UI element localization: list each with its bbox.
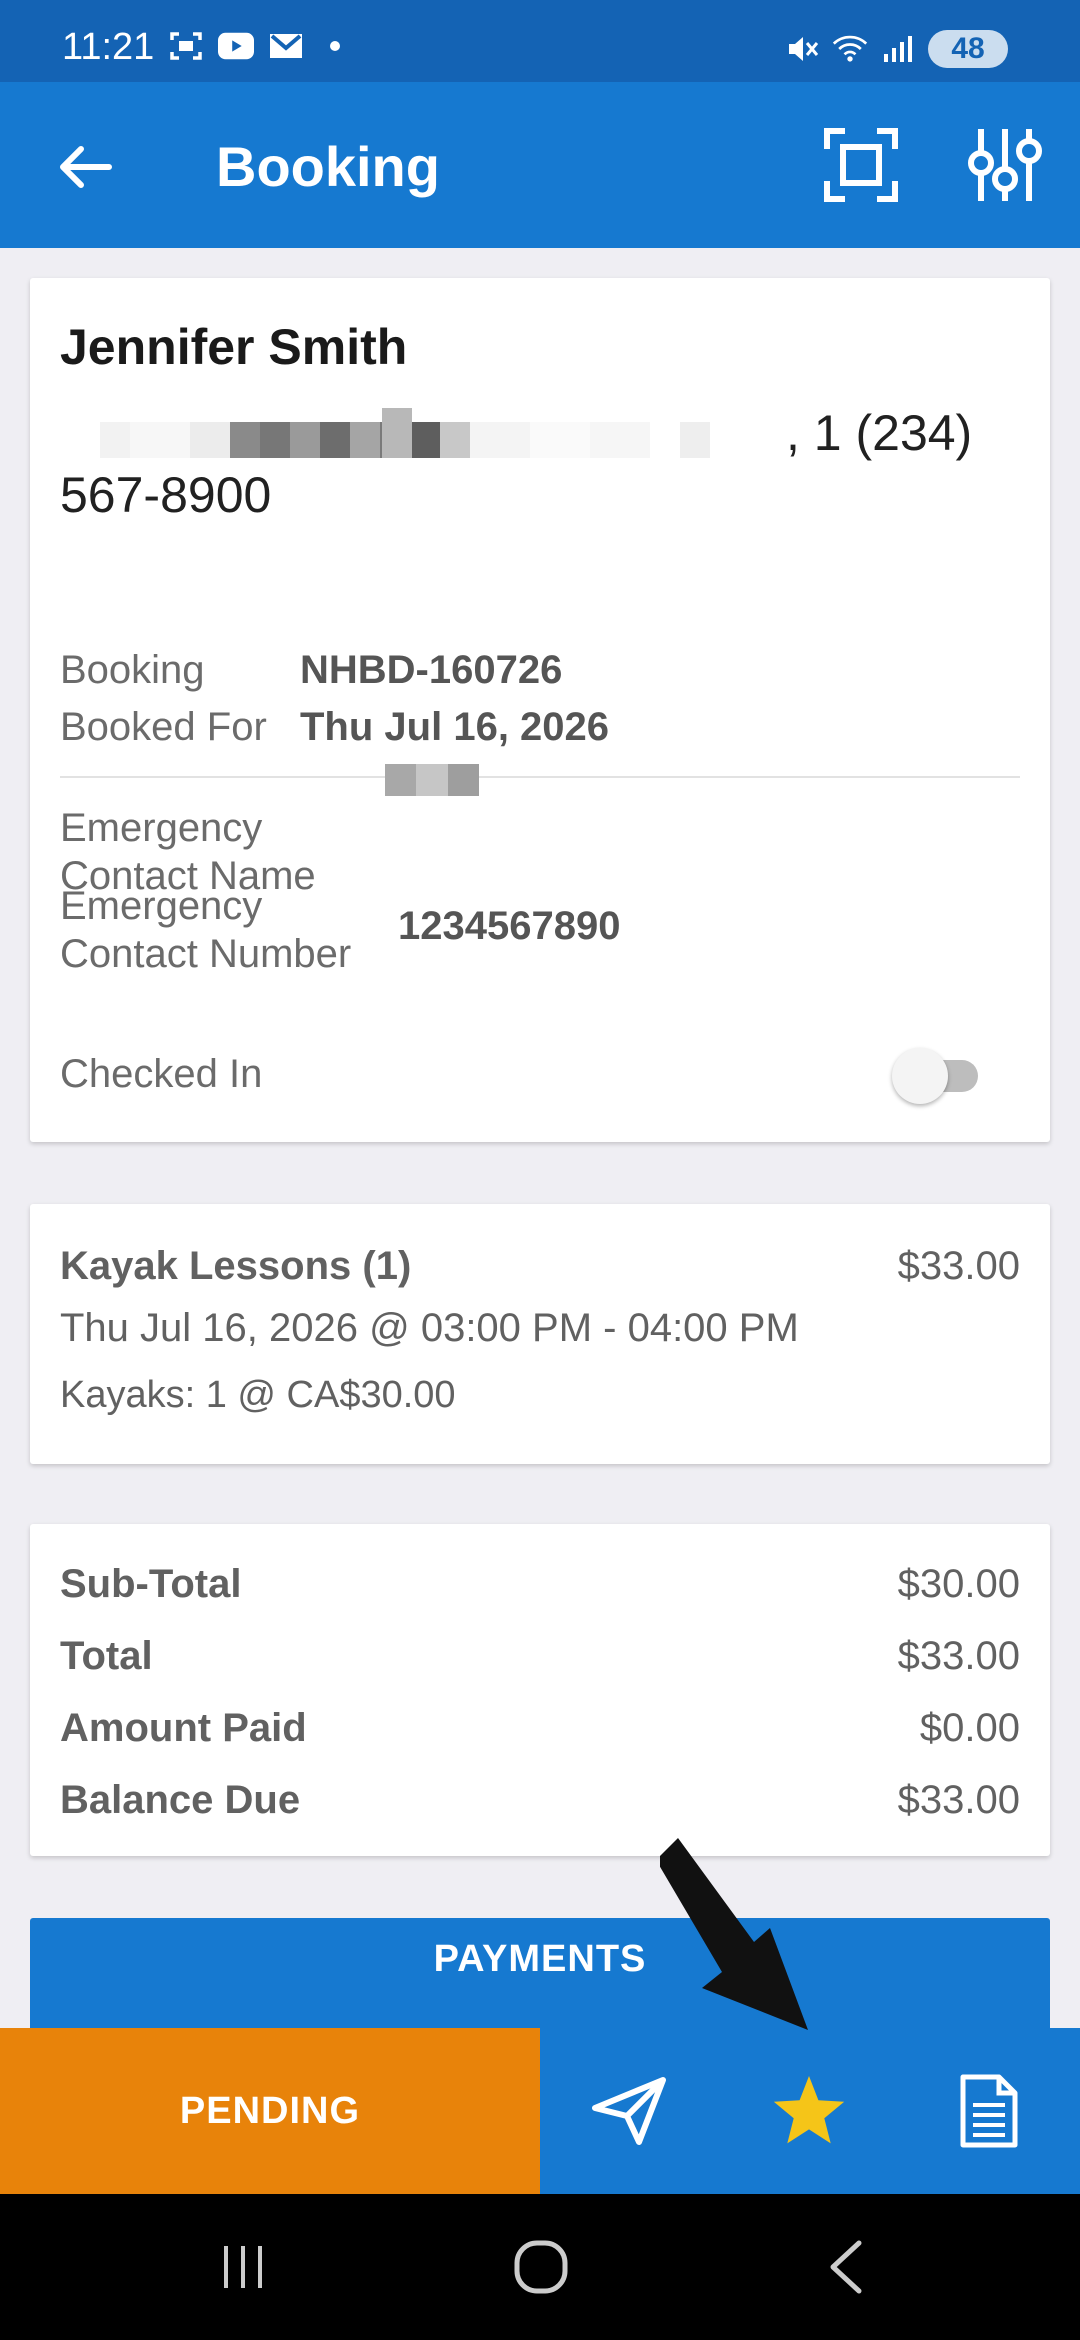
booking-label: Booking [60,648,205,692]
document-icon [960,2074,1018,2148]
scan-button[interactable] [818,122,904,208]
notification-icons [168,30,340,62]
subtotal-row: Sub-Total $30.00 [60,1562,1020,1606]
customer-phone-part1: , 1 (234) [786,405,973,461]
app-bar: Booking [0,82,1080,248]
home-button[interactable] [508,2234,574,2300]
filter-button[interactable] [962,122,1048,208]
star-icon [773,2076,845,2144]
invoice-button[interactable] [946,2068,1032,2154]
recent-apps-icon [224,2246,262,2288]
scan-icon [824,128,898,202]
item-quantity: Kayaks: 1 @ CA$30.00 [60,1374,456,1416]
battery-icon: 48 [928,30,1008,68]
customer-contact: , 1 (234) 567-8900 [60,388,1020,523]
payments-button[interactable]: PAYMENTS [30,1918,1050,2028]
navigation-bar [0,2194,1080,2340]
system-icons: 48 [784,30,1008,68]
redacted-emergency-name [385,764,479,796]
emergency-number-label: Emergency Contact Number [60,884,352,976]
total-row: Total $33.00 [60,1634,1020,1678]
status-bar: 11:21 48 [0,0,1080,82]
amount-paid-row: Amount Paid $0.00 [60,1706,1020,1750]
youtube-icon [218,30,254,62]
booking-row: Booking NHBD-160726 [60,648,562,693]
send-button[interactable] [586,2068,672,2154]
screenshot-icon [168,30,204,62]
redacted-email [100,408,790,458]
home-icon [514,2240,568,2294]
checked-in-label: Checked In [60,1052,263,1096]
send-icon [592,2077,666,2145]
customer-phone-part2: 567-8900 [60,467,272,523]
recent-apps-button[interactable] [210,2234,276,2300]
page-title: Booking [216,135,440,198]
customer-card: Jennifer Smith , 1 (234) 567-8900 Bookin… [30,278,1050,1142]
checked-in-toggle[interactable] [892,1048,990,1104]
system-back-button[interactable] [812,2234,878,2300]
balance-due-row: Balance Due $33.00 [60,1778,1020,1822]
customer-name: Jennifer Smith [60,319,408,375]
emergency-number-value: 1234567890 [398,904,621,948]
back-arrow-icon [60,146,112,188]
pending-status-button[interactable]: PENDING [0,2028,540,2194]
totals-card: Sub-Total $30.00 Total $33.00 Amount Pai… [30,1524,1050,1856]
status-time: 11:21 [62,26,155,68]
chevron-left-icon [830,2240,862,2294]
back-button[interactable] [50,132,120,202]
favorite-button[interactable] [766,2068,852,2154]
gmail-icon [268,30,304,62]
filter-icon [968,129,1042,201]
mute-icon [784,33,820,65]
booking-item-card[interactable]: Kayak Lessons (1) $33.00 Thu Jul 16, 202… [30,1204,1050,1464]
signal-icon [880,33,916,65]
action-bar: PENDING [0,2028,1080,2194]
booked-for-value: Thu Jul 16, 2026 [300,705,610,749]
wifi-icon [832,33,868,65]
item-time: Thu Jul 16, 2026 @ 03:00 PM - 04:00 PM [60,1306,799,1350]
booking-value: NHBD-160726 [300,648,563,692]
toggle-thumb [892,1048,948,1104]
item-title: Kayak Lessons (1) [60,1244,412,1288]
annotation-arrow-icon [660,1838,808,2030]
emergency-name-label: Emergency Contact Name [60,806,316,898]
item-price: $33.00 [897,1244,1020,1288]
more-notifications-dot [330,41,340,51]
